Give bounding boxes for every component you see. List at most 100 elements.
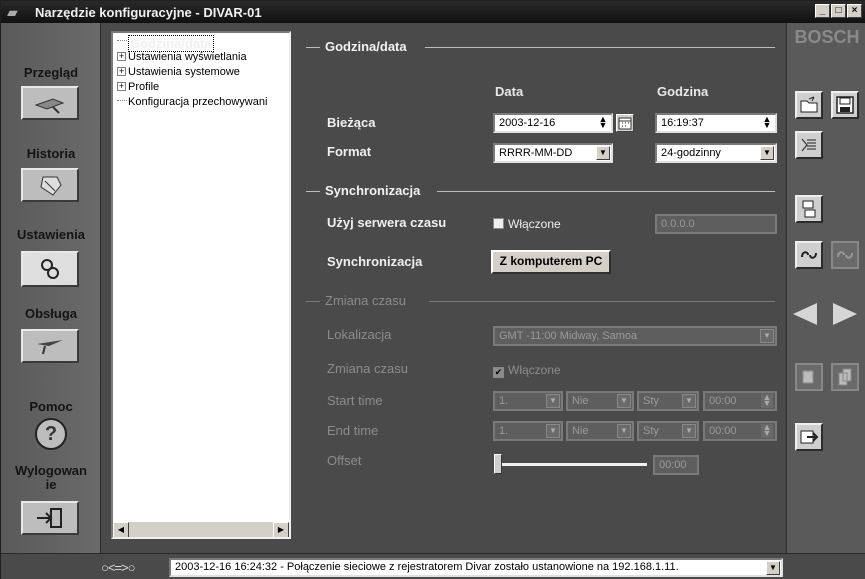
paste-icon [838, 368, 852, 386]
maximize-button[interactable]: □ [831, 4, 846, 18]
list-tree-icon [801, 138, 816, 152]
current-date-field[interactable]: 2003-12-16 ▲ ▼ [493, 113, 613, 133]
chevron-down-icon[interactable]: ▼ [760, 329, 774, 343]
spinner-icon[interactable]: ▲ ▼ [761, 115, 773, 130]
tree-item-ustawienia-wyswietlania[interactable]: + Ustawienia wyświetlania [117, 50, 247, 65]
chevron-down-icon[interactable]: ▼ [760, 146, 774, 160]
help-icon[interactable]: ? [35, 418, 67, 450]
main-panel: Godzina/data Data Godzina Bieżąca 2003-1… [301, 31, 786, 546]
section-divider [306, 301, 320, 302]
copy-button[interactable] [795, 363, 823, 391]
section-title-sync: Synchronizacja [325, 183, 421, 198]
label-offset: Offset [327, 453, 362, 468]
link-button[interactable] [795, 241, 823, 269]
start-week-select[interactable]: 1. ▼ [493, 391, 563, 411]
offset-value-field: 00:00 [653, 455, 699, 475]
nav-label-wylogowanie: Wylogowan ie [15, 463, 87, 492]
open-folder-button[interactable] [795, 91, 823, 119]
end-time-field[interactable]: 00:00 ▲ ▼ [703, 421, 777, 441]
time-format-select[interactable]: 24-godzinny ▼ [655, 143, 777, 163]
nav-button-obsluga[interactable] [21, 329, 79, 363]
start-month-select[interactable]: Sty ▼ [637, 391, 699, 411]
section-divider [437, 191, 775, 192]
chevron-down-icon[interactable]: ▼ [682, 394, 696, 408]
section-title-datetime: Godzina/data [325, 39, 407, 54]
paste-button[interactable] [831, 363, 859, 391]
settings-list-button[interactable] [795, 131, 823, 159]
label-end-time: End time [327, 423, 379, 438]
chevron-down-icon[interactable]: ▼ [596, 146, 610, 160]
dst-checkbox[interactable]: ✔ Włączone [493, 363, 561, 378]
chevron-down-icon[interactable]: ▼ [546, 424, 560, 438]
tree-item-ustawienia-systemowe[interactable]: + Ustawienia systemowe [117, 65, 240, 80]
section-divider [306, 191, 320, 192]
settings-icon [41, 259, 59, 279]
save-button[interactable] [831, 91, 859, 119]
current-time-field[interactable]: 16:19:37 ▲ ▼ [655, 113, 777, 133]
nav-button-wylogowanie[interactable] [21, 501, 79, 535]
scroll-right-icon[interactable]: ▶ [273, 522, 289, 537]
start-time-field[interactable]: 00:00 ▲ ▼ [703, 391, 777, 411]
nav-label-ustawienia: Ustawienia [17, 227, 85, 242]
nav-button-przeglad[interactable] [21, 86, 79, 120]
offset-slider-track[interactable] [495, 463, 647, 466]
end-week-select[interactable]: 1. ▼ [493, 421, 563, 441]
apply-button[interactable] [795, 423, 823, 451]
col-header-date: Data [495, 84, 524, 99]
col-header-time: Godzina [657, 84, 709, 99]
time-server-address-field[interactable]: 0.0.0.0 [655, 214, 777, 234]
spinner-icon[interactable]: ▲ ▼ [597, 115, 609, 130]
nav-label-pomoc: Pomoc [29, 399, 73, 414]
service-icon [37, 340, 63, 355]
expand-icon[interactable]: + [117, 82, 126, 91]
apply-icon [800, 430, 819, 444]
title-bar: ▰ Narzędzie konfiguracyjne - DIVAR-01 _ … [1, 1, 865, 23]
checkbox-checked-icon[interactable]: ✔ [493, 367, 504, 378]
time-server-checkbox[interactable]: Włączone [493, 217, 561, 231]
next-arrow-icon[interactable] [833, 303, 857, 325]
label-dst: Zmiana czasu [327, 361, 408, 376]
chevron-down-icon[interactable]: ▼ [682, 424, 696, 438]
connection-icon: ○<=>○ [101, 560, 135, 575]
chevron-down-icon[interactable]: ▼ [617, 424, 631, 438]
end-month-select[interactable]: Sty ▼ [637, 421, 699, 441]
tree-horizontal-scrollbar[interactable]: ◀ ▶ [113, 521, 289, 537]
section-divider [429, 301, 775, 302]
nav-button-historia[interactable] [21, 168, 79, 202]
offset-slider-thumb[interactable] [494, 454, 502, 474]
logout-icon [37, 508, 62, 528]
section-divider [425, 47, 775, 48]
checkbox-icon[interactable] [493, 218, 504, 229]
close-button[interactable]: × [847, 4, 862, 18]
previous-arrow-icon[interactable] [793, 303, 817, 325]
left-nav: Przegląd Historia Ustawienia Obsługa Pom… [1, 23, 101, 553]
tree-item-konfiguracja-przechowywania[interactable]: Konfiguracja przechowywani [117, 95, 267, 110]
date-format-select[interactable]: RRRR-MM-DD ▼ [493, 143, 613, 163]
network-button[interactable] [795, 195, 823, 223]
unlink-button[interactable] [831, 241, 859, 269]
spinner-icon[interactable]: ▲ ▼ [761, 393, 773, 408]
section-title-dst: Zmiana czasu [325, 293, 406, 308]
sync-with-pc-button[interactable]: Z komputerem PC [491, 250, 611, 274]
end-day-select[interactable]: Nie ▼ [566, 421, 634, 441]
chevron-down-icon[interactable]: ▼ [766, 561, 780, 575]
app-window: ▰ Narzędzie konfiguracyjne - DIVAR-01 _ … [0, 0, 865, 579]
calendar-icon[interactable] [616, 114, 634, 132]
settings-tree: Godzina/data + Ustawienia wyświetlania + U… [111, 31, 291, 539]
camera-icon [34, 98, 65, 114]
location-select[interactable]: GMT -11:00 Midway, Samoa ▼ [493, 326, 777, 346]
nav-label-obsluga: Obsługa [24, 306, 77, 321]
history-icon [40, 176, 62, 196]
expand-icon[interactable]: + [117, 52, 126, 61]
spinner-icon[interactable]: ▲ ▼ [761, 423, 773, 438]
expand-icon[interactable]: + [117, 67, 126, 76]
label-current: Bieżąca [327, 115, 376, 130]
scroll-left-icon[interactable]: ◀ [113, 522, 129, 537]
minimize-button[interactable]: _ [815, 4, 830, 18]
tree-item-profile[interactable]: + Profile [117, 80, 159, 95]
chevron-down-icon[interactable]: ▼ [546, 394, 560, 408]
tree-item-godzina-data[interactable]: Godzina/data [117, 35, 214, 52]
chevron-down-icon[interactable]: ▼ [617, 394, 631, 408]
start-day-select[interactable]: Nie ▼ [566, 391, 634, 411]
nav-button-ustawienia[interactable] [21, 251, 79, 287]
